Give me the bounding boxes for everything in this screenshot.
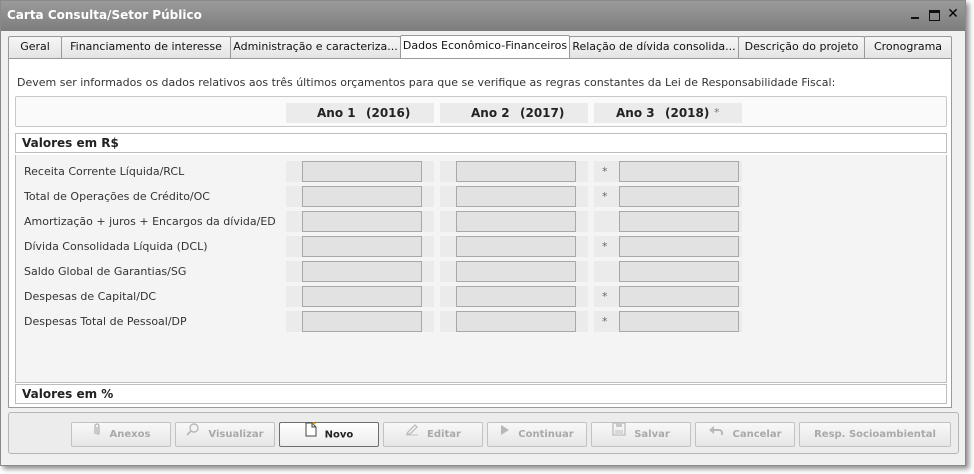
required-mark: *	[602, 190, 608, 203]
minimize-icon[interactable]	[908, 7, 922, 21]
section-header-reais[interactable]: Valores em R$	[15, 133, 947, 153]
undo-icon	[708, 422, 724, 445]
year-2-value: (2017)	[520, 106, 565, 120]
required-mark: *	[602, 165, 608, 178]
tab-relacao-divida[interactable]: Relação de dívida consolida...	[569, 36, 739, 58]
action-bar: Anexos Visualizar Novo Editar Continuar	[8, 412, 959, 454]
value-field-year-2[interactable]	[456, 186, 576, 207]
year-3-label: Ano 3	[616, 106, 655, 120]
value-field-year-2[interactable]	[456, 211, 576, 232]
cancelar-button[interactable]: Cancelar	[695, 422, 795, 447]
required-mark: *	[602, 290, 608, 303]
section-header-percent[interactable]: Valores em %	[15, 384, 947, 404]
value-field-year-3[interactable]	[619, 286, 739, 307]
tab-administracao[interactable]: Administração e caracteriza...	[230, 36, 401, 58]
row-label: Dívida Consolidada Líquida (DCL)	[24, 240, 208, 253]
tab-bar: Geral Financiamento de interesse Adminis…	[8, 35, 952, 59]
value-field-year-3[interactable]	[619, 236, 739, 257]
value-field-year-3[interactable]	[619, 211, 739, 232]
section-body-reais: Receita Corrente Líquida/RCL * Total de Op…	[15, 155, 947, 383]
year-2-label: Ano 2	[471, 106, 510, 120]
value-field-year-1[interactable]	[302, 211, 422, 232]
value-field-year-1[interactable]	[302, 286, 422, 307]
anexos-button[interactable]: Anexos	[71, 422, 171, 447]
value-field-year-1[interactable]	[302, 186, 422, 207]
tab-dados-economico-financeiros[interactable]: Dados Econômico-Financeiros	[400, 35, 570, 59]
tab-descricao-projeto[interactable]: Descrição do projeto	[738, 36, 865, 58]
row-label: Saldo Global de Garantias/SG	[24, 265, 187, 278]
visualizar-button[interactable]: Visualizar	[175, 422, 275, 447]
editar-button[interactable]: Editar	[383, 422, 483, 447]
value-field-year-2[interactable]	[456, 261, 576, 282]
value-field-year-3[interactable]	[619, 261, 739, 282]
year-1-header: Ano 1 (2016)	[286, 103, 434, 123]
value-field-year-2[interactable]	[456, 236, 576, 257]
tab-geral[interactable]: Geral	[8, 36, 62, 58]
paperclip-icon	[92, 422, 102, 445]
continuar-button[interactable]: Continuar	[487, 422, 587, 447]
year-2-header: Ano 2 (2017)	[440, 103, 588, 123]
value-field-year-2[interactable]	[456, 161, 576, 182]
value-field-year-2[interactable]	[456, 311, 576, 332]
required-mark: *	[602, 315, 608, 328]
value-field-year-1[interactable]	[302, 311, 422, 332]
year-3-required-mark: *	[714, 106, 720, 119]
close-icon[interactable]: ✕	[946, 7, 960, 21]
row-label: Despesas Total de Pessoal/DP	[24, 315, 187, 328]
value-field-year-3[interactable]	[619, 161, 739, 182]
year-3-value: (2018)	[665, 106, 710, 120]
row-label: Despesas de Capital/DC	[24, 290, 157, 303]
floppy-icon	[612, 422, 626, 445]
window-title: Carta Consulta/Setor Público	[7, 8, 202, 22]
title-bar: Carta Consulta/Setor Público ✕	[1, 1, 965, 31]
row-label: Amortização + juros + Encargos da dívida…	[24, 215, 276, 228]
value-field-year-2[interactable]	[456, 286, 576, 307]
new-document-icon	[305, 422, 317, 446]
main-window: Carta Consulta/Setor Público ✕ Geral Fin…	[0, 0, 966, 466]
salvar-button[interactable]: Salvar	[591, 422, 691, 447]
novo-button[interactable]: Novo	[279, 422, 379, 447]
magnifier-icon	[186, 422, 200, 445]
tab-panel: Devem ser informados os dados relativos …	[8, 58, 952, 408]
year-3-header: Ano 3 (2018) *	[594, 103, 742, 123]
row-label: Receita Corrente Líquida/RCL	[24, 165, 185, 178]
years-header: Ano 1 (2016) Ano 2 (2017) Ano 3 (2018) *	[15, 96, 947, 127]
value-field-year-1[interactable]	[302, 161, 422, 182]
year-1-label: Ano 1	[317, 106, 356, 120]
row-label: Total de Operações de Crédito/OC	[24, 190, 210, 203]
play-icon	[500, 422, 510, 445]
pencil-icon	[405, 422, 419, 445]
tab-cronograma[interactable]: Cronograma	[864, 36, 952, 58]
value-field-year-1[interactable]	[302, 261, 422, 282]
maximize-icon[interactable]	[927, 7, 941, 21]
tab-financiamento[interactable]: Financiamento de interesse	[61, 36, 231, 58]
resp-socioambiental-button[interactable]: Resp. Socioambiental	[799, 422, 951, 447]
required-mark: *	[602, 240, 608, 253]
year-1-value: (2016)	[366, 106, 411, 120]
value-field-year-3[interactable]	[619, 186, 739, 207]
intro-text: Devem ser informados os dados relativos …	[17, 76, 836, 89]
value-field-year-3[interactable]	[619, 311, 739, 332]
value-field-year-1[interactable]	[302, 236, 422, 257]
